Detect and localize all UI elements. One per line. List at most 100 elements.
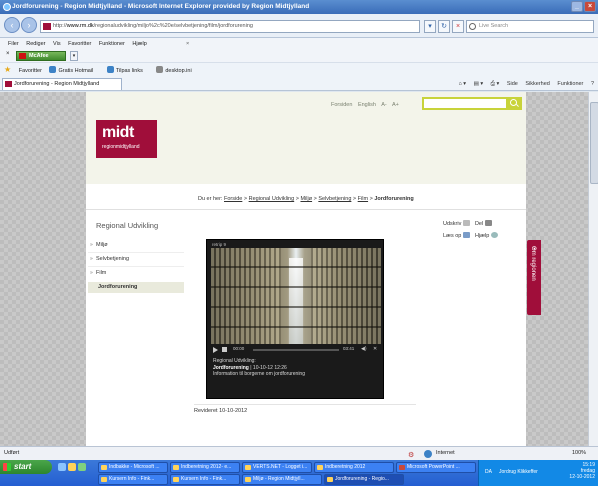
util-link-english[interactable]: English [358, 102, 376, 108]
print-icon[interactable]: ⎙ ▾ [491, 81, 500, 87]
video-seek-bar[interactable] [253, 349, 339, 351]
taskbar-btn-indberetning[interactable]: Indberetning 2012 [314, 462, 394, 473]
favorite-link-desktop[interactable]: desktop.ini [156, 66, 197, 74]
read-aloud-link[interactable]: Læs op [443, 232, 471, 239]
clock[interactable]: 15:19 fredag 12-10-2012 [569, 462, 595, 480]
site-search-button[interactable] [506, 97, 522, 110]
live-search-placeholder: Live Search [479, 23, 509, 29]
cmd-security[interactable]: Sikkerhed [525, 81, 549, 87]
help-label: Hjælp [474, 233, 490, 239]
volume-icon[interactable]: ◀) [361, 346, 367, 352]
taskbar-btn-verts[interactable]: VERTS.NET - Logget i... [242, 462, 312, 473]
region-midt-logo[interactable]: midt regionmidtjylland [96, 120, 157, 158]
nav-item-label: Film [96, 270, 107, 276]
vertical-scrollbar[interactable] [588, 92, 598, 446]
start-button[interactable]: start [0, 460, 52, 474]
revised-date: Revideret 10-10-2012 [194, 408, 248, 414]
mcafee-toolbar: × McAfee ▾ [0, 50, 598, 63]
cmd-tools[interactable]: Funktioner [557, 81, 583, 87]
favorites-button[interactable]: Favoritter [19, 68, 42, 74]
nav-item-miljo[interactable]: » Miljø [88, 240, 184, 251]
minimize-button[interactable]: _ [571, 1, 583, 12]
breadcrumb-link-selvbetjening[interactable]: Selvbetjening [318, 196, 351, 202]
forward-button[interactable]: › [21, 17, 37, 33]
video-time-total: 03:41 [343, 346, 355, 351]
shelf-line [211, 326, 381, 328]
breadcrumb-link-miljo[interactable]: Miljø [300, 196, 312, 202]
taskbar-btn-kursern-1[interactable]: Kursern Info - Fink... [98, 474, 168, 485]
quick-launch-desktop-icon[interactable] [68, 463, 76, 471]
nav-title[interactable]: Regional Udvikling [96, 221, 158, 230]
taskbar-btn-kursern-2[interactable]: Kursern Info - Fink... [170, 474, 240, 485]
fullscreen-icon[interactable]: ✕ [373, 346, 377, 352]
favorite-link-tilpas[interactable]: Tilpas links [106, 66, 149, 74]
menu-close-icon[interactable]: × [186, 38, 189, 50]
menu-item-help[interactable]: Hjælp [132, 41, 146, 47]
clock-date: 12-10-2012 [569, 474, 595, 480]
site-search-input[interactable] [422, 97, 522, 110]
stop-icon[interactable] [222, 347, 227, 352]
ie-icon [3, 3, 11, 11]
back-button[interactable]: ‹ [4, 17, 20, 33]
home-icon[interactable]: ⌂ ▾ [458, 81, 466, 87]
print-link[interactable]: Udskriv [443, 220, 471, 227]
stop-icon[interactable]: × [452, 20, 464, 33]
favorite-link-hotmail[interactable]: Gratis Hotmail [49, 66, 99, 74]
taskbar-btn-powerpoint[interactable]: Microsoft PowerPoint ... [396, 462, 476, 473]
breadcrumb-link-regional[interactable]: Regional Udvikling [249, 196, 295, 202]
menu-item-edit[interactable]: Rediger [26, 41, 45, 47]
nav-item-film[interactable]: » Film [88, 268, 184, 279]
help-icon[interactable]: ? [591, 81, 594, 87]
nav-item-jordforurening[interactable]: Jordforurening [88, 282, 184, 293]
url-path: /regionaludvikling/miljo%2c%20e/selvbetj… [93, 23, 253, 29]
left-navigation: Regional Udvikling » Miljø » Selvbetjening… [86, 210, 184, 440]
util-link-font-smaller[interactable]: A- [381, 102, 387, 108]
dropdown-icon[interactable]: ▾ [424, 20, 436, 33]
play-icon[interactable] [213, 347, 218, 353]
feeds-icon[interactable]: ▤ ▾ [474, 81, 484, 87]
cmd-page[interactable]: Side [507, 81, 518, 87]
menu-item-file[interactable]: Filer [8, 41, 19, 47]
breadcrumb-link-film[interactable]: Film [358, 196, 368, 202]
tab-jordforurening[interactable]: Jordforurening - Region Midtjylland [2, 78, 122, 90]
tray-user-name: Jordrug Klikkeffer [499, 469, 538, 475]
quick-launch-ie-icon[interactable] [58, 463, 66, 471]
video-frame-archive-shelves[interactable] [211, 248, 381, 344]
quick-launch-outlook-icon[interactable] [78, 463, 86, 471]
taskbar-btn-indberetning-e[interactable]: Indberetning 2012- e... [170, 462, 240, 473]
toolbar-close-icon[interactable]: × [6, 51, 10, 57]
video-player[interactable]: retrip 9 00:00 03:41 ◀) ✕ Regional Udvik… [206, 239, 384, 399]
close-button[interactable]: × [584, 1, 596, 12]
menu-item-view[interactable]: Vis [53, 41, 61, 47]
nav-item-selvbetjening[interactable]: » Selvbetjening [88, 254, 184, 265]
zoom-level[interactable]: 100% [572, 447, 586, 460]
menu-item-tools[interactable]: Funktioner [99, 41, 125, 47]
nav-separator [88, 266, 184, 267]
breadcrumb: Du er her: Forside > Regional Udvikling … [198, 196, 414, 202]
mcafee-dropdown-icon[interactable]: ▾ [70, 51, 78, 61]
address-tools: ▾ ↻ × [424, 20, 464, 33]
address-input[interactable]: http://www.rm.dk/regionaludvikling/miljo… [40, 20, 420, 33]
site-header: Forsiden English A- A+ midt regionmidtjy… [86, 92, 526, 184]
logo-text: midt [102, 124, 134, 141]
language-indicator[interactable]: DA [485, 469, 492, 475]
taskbar-btn-jordforurening[interactable]: Jordforurening - Regio... [324, 474, 404, 485]
refresh-icon[interactable]: ↻ [438, 20, 450, 33]
utility-links: Forsiden English A- A+ [331, 102, 403, 108]
help-link[interactable]: Hjælp [474, 232, 499, 239]
util-link-home[interactable]: Forsiden [331, 102, 352, 108]
util-link-font-larger[interactable]: A+ [392, 102, 399, 108]
breadcrumb-sep: > [243, 196, 248, 202]
mcafee-button[interactable]: McAfee [16, 51, 66, 61]
breadcrumb-link-forside[interactable]: Forside [224, 196, 242, 202]
om-regionen-tab[interactable]: Om regionen ▼ [527, 240, 541, 315]
menu-item-favorites[interactable]: Favoritter [68, 41, 91, 47]
share-link[interactable]: Del [475, 220, 493, 227]
read-aloud-label: Læs op [443, 233, 462, 239]
taskbar-btn-outlook[interactable]: Indbakke - Microsoft ... [98, 462, 168, 473]
browser-viewport: Forsiden English A- A+ midt regionmidtjy… [0, 92, 598, 446]
security-zone[interactable]: Internet [436, 447, 455, 460]
live-search-input[interactable]: Live Search [466, 20, 594, 33]
breadcrumb-prefix: Du er her: [198, 196, 223, 202]
taskbar-btn-miljo[interactable]: Miljø - Region Midtjyll... [242, 474, 322, 485]
